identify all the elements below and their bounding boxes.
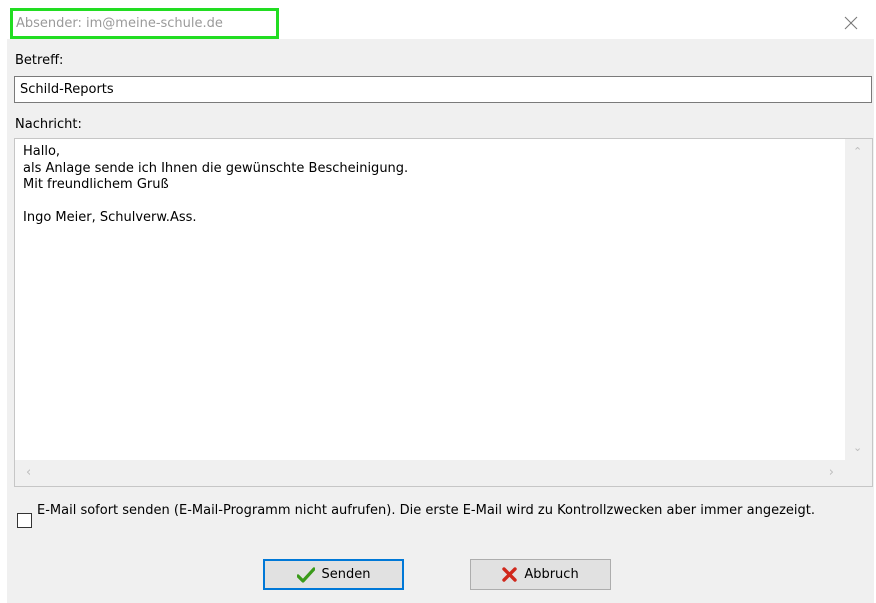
scrollbar-corner <box>845 460 872 486</box>
send-immediately-checkbox[interactable] <box>17 513 32 528</box>
cancel-button-label: Abbruch <box>524 567 579 582</box>
subject-label: Betreff: <box>15 53 64 68</box>
close-button[interactable] <box>828 6 874 39</box>
vertical-scrollbar[interactable]: ⌃ ⌄ <box>845 139 872 460</box>
close-icon <box>844 16 858 29</box>
message-textarea[interactable]: Hallo, als Anlage sende ich Ihnen die ge… <box>14 138 873 487</box>
title-bar: Absender: im@meine-schule.de <box>7 6 874 39</box>
send-immediately-label[interactable]: E-Mail sofort senden (E-Mail-Programm ni… <box>37 502 847 519</box>
message-text[interactable]: Hallo, als Anlage sende ich Ihnen die ge… <box>15 139 845 460</box>
scroll-up-icon[interactable]: ⌃ <box>853 145 862 158</box>
message-label: Nachricht: <box>15 117 82 132</box>
email-dialog: Absender: im@meine-schule.de Betreff: Na… <box>7 6 874 603</box>
scroll-left-icon[interactable]: ‹ <box>26 465 31 480</box>
x-icon <box>502 567 518 582</box>
cancel-button[interactable]: Abbruch <box>470 559 611 590</box>
scroll-down-icon[interactable]: ⌄ <box>853 441 862 454</box>
send-button[interactable]: Senden <box>263 559 404 590</box>
scroll-right-icon[interactable]: › <box>829 465 834 480</box>
send-button-label: Senden <box>321 567 371 582</box>
checkmark-icon <box>296 566 315 583</box>
horizontal-scrollbar[interactable]: ‹ › <box>15 460 845 486</box>
window-title: Absender: im@meine-schule.de <box>16 16 223 31</box>
subject-input[interactable] <box>14 76 872 103</box>
